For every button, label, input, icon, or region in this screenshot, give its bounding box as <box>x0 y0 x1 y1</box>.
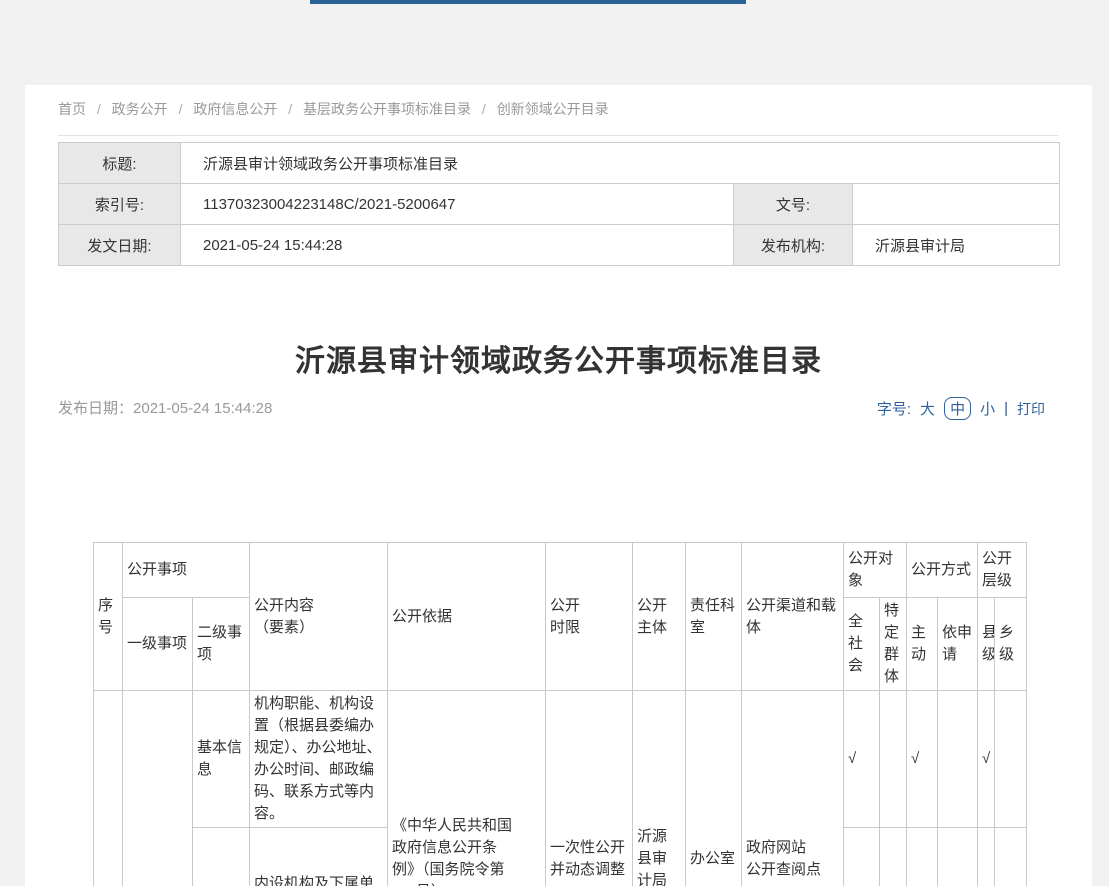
header-yiju: 公开依据 <box>388 543 546 691</box>
header-shixian: 公开 时限 <box>546 543 633 691</box>
cell-keshi: 办公室 <box>686 691 742 886</box>
header-zhuti: 公开 主体 <box>633 543 686 691</box>
cell-check-zhudong: √ <box>907 691 938 828</box>
meta-date-label: 发文日期: <box>59 225 181 266</box>
header-xiangji: 乡级 <box>995 598 1027 691</box>
breadcrumb-separator: / <box>288 101 292 117</box>
breadcrumb-biaozhun[interactable]: 基层政务公开事项标准目录 <box>303 101 471 117</box>
meta-date-value: 2021-05-24 15:44:28 <box>181 225 734 266</box>
table-row: 基本信息 机构职能、机构设置（根据县委编办规定）、办公地址、办公时间、邮政编码、… <box>94 691 1027 828</box>
cell-check-teding <box>880 828 907 886</box>
breadcrumb-separator: / <box>482 101 486 117</box>
meta-index-label: 索引号: <box>59 184 181 225</box>
cell-erji: 内设机构及下属事业单位 <box>193 828 250 886</box>
cell-xuhao <box>94 691 123 886</box>
cell-check-xiangji <box>995 691 1027 828</box>
table-header-row: 序号 公开事项 公开内容 （要素） 公开依据 公开 时限 公开 主体 责任科室 … <box>94 543 1027 598</box>
breadcrumb-home[interactable]: 首页 <box>58 101 86 117</box>
meta-agency-label: 发布机构: <box>734 225 853 266</box>
table-row: 标题: 沂源县审计领域政务公开事项标准目录 <box>59 143 1060 184</box>
header-teding: 特定群体 <box>880 598 907 691</box>
header-zhudong: 主动 <box>907 598 938 691</box>
header-duixiang: 公开对象 <box>844 543 907 598</box>
font-size-label: 字号: <box>877 398 911 419</box>
catalog-table: 序号 公开事项 公开内容 （要素） 公开依据 公开 时限 公开 主体 责任科室 … <box>93 542 1027 886</box>
header-erji: 二级事项 <box>193 598 250 691</box>
header-qudao: 公开渠道和载体 <box>742 543 844 691</box>
table-row: 发文日期: 2021-05-24 15:44:28 发布机构: 沂源县审计局 <box>59 225 1060 266</box>
divider: | <box>1004 400 1008 417</box>
header-xuhao: 序号 <box>94 543 123 691</box>
cell-check-yishenqing <box>938 828 978 886</box>
cell-check-zhudong: √ <box>907 828 938 886</box>
cell-check-teding <box>880 691 907 828</box>
content-panel: 首页 / 政务公开 / 政府信息公开 / 基层政务公开事项标准目录 / 创新领域… <box>25 85 1092 886</box>
meta-index-value: 11370323004223148C/2021-5200647 <box>181 184 734 225</box>
print-button[interactable]: 打印 <box>1017 399 1045 419</box>
header-cengji: 公开层级 <box>978 543 1027 598</box>
header-xianji: 县级 <box>978 598 995 691</box>
cell-qudao: 政府网站 公开查阅点 <box>742 691 844 886</box>
meta-agency-value: 沂源县审计局 <box>853 225 1060 266</box>
cell-check-xiangji <box>995 828 1027 886</box>
breadcrumb-zhengwu[interactable]: 政务公开 <box>112 101 168 117</box>
cell-zhuti: 沂源县审计局 <box>633 691 686 886</box>
meta-docnum-label: 文号: <box>734 184 853 225</box>
cell-erji: 基本信息 <box>193 691 250 828</box>
cell-check-xianji: √ <box>978 828 995 886</box>
page-title: 沂源县审计领域政务公开事项标准目录 <box>25 336 1092 380</box>
cell-yiji <box>123 691 193 886</box>
meta-docnum-value <box>853 184 1060 225</box>
header-gongkai-shixiang: 公开事项 <box>123 543 250 598</box>
header-fangshi: 公开方式 <box>907 543 978 598</box>
breadcrumb-xinxi[interactable]: 政府信息公开 <box>193 101 277 117</box>
meta-title-label: 标题: <box>59 143 181 184</box>
font-size-large-button[interactable]: 大 <box>920 398 935 419</box>
cell-neirong: 内设机构及下属单位设置、职能、办公地址、办公时间、联系方式、负责人姓名等内容 <box>250 828 388 886</box>
document-meta-table: 标题: 沂源县审计领域政务公开事项标准目录 索引号: 1137032300422… <box>58 142 1060 266</box>
header-yiji: 一级事项 <box>123 598 193 691</box>
publish-row: 发布日期：2021-05-24 15:44:28 字号: 大 中 小 | 打印 <box>58 397 1045 421</box>
breadcrumb-chuangxin[interactable]: 创新领域公开目录 <box>497 101 609 117</box>
font-size-controls: 字号: 大 中 小 | 打印 <box>877 397 1045 420</box>
cell-shixian: 一次性公开并动态调整 <box>546 691 633 886</box>
meta-title-value: 沂源县审计领域政务公开事项标准目录 <box>181 143 1060 184</box>
header-yishenqing: 依申请 <box>938 598 978 691</box>
breadcrumb-separator: / <box>179 101 183 117</box>
page: 首页 / 政务公开 / 政府信息公开 / 基层政务公开事项标准目录 / 创新领域… <box>0 0 1109 886</box>
font-size-medium-button[interactable]: 中 <box>944 397 971 420</box>
cell-yiju: 《中华人民共和国 政府信息公开条 例》（国务院令第 711号） <box>388 691 546 886</box>
publish-date-value: 2021-05-24 15:44:28 <box>133 400 272 417</box>
cell-check-yishenqing <box>938 691 978 828</box>
top-nav-highlight-bar <box>310 0 746 4</box>
cell-check-xianji: √ <box>978 691 995 828</box>
breadcrumb-separator: / <box>97 101 101 117</box>
cell-check-quanshehui: √ <box>844 691 880 828</box>
header-neirong: 公开内容 （要素） <box>250 543 388 691</box>
font-size-small-button[interactable]: 小 <box>980 398 995 419</box>
header-keshi: 责任科室 <box>686 543 742 691</box>
publish-date-label: 发布日期： <box>58 400 133 417</box>
publish-date: 发布日期：2021-05-24 15:44:28 <box>58 397 272 418</box>
cell-check-quanshehui: √ <box>844 828 880 886</box>
cell-neirong: 机构职能、机构设置（根据县委编办规定）、办公地址、办公时间、邮政编码、联系方式等… <box>250 691 388 828</box>
header-quanshehui: 全社会 <box>844 598 880 691</box>
table-row: 索引号: 11370323004223148C/2021-5200647 文号: <box>59 184 1060 225</box>
breadcrumb: 首页 / 政务公开 / 政府信息公开 / 基层政务公开事项标准目录 / 创新领域… <box>58 99 1059 136</box>
